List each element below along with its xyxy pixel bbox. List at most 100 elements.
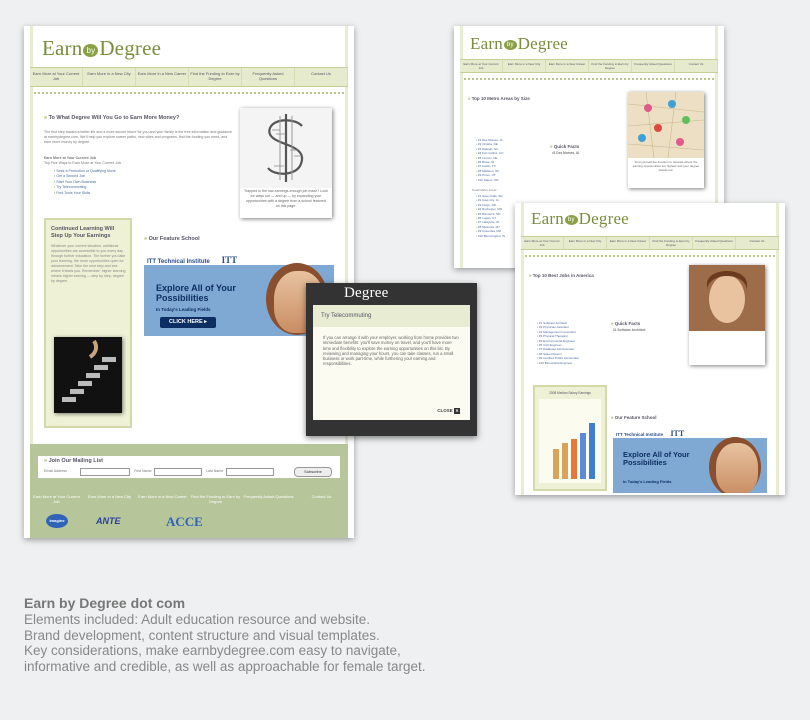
nav-current-job[interactable]: Earn More at Your Current Job xyxy=(521,237,564,249)
mailing-heading: Join Our Mailing List xyxy=(44,458,103,464)
partner-badge-1[interactable]: Imagine xyxy=(46,514,68,528)
main-nav: Earn More at Your Current Job Earn More … xyxy=(460,59,718,73)
divider xyxy=(525,255,775,260)
email-input[interactable] xyxy=(80,468,130,476)
nav-new-city[interactable]: Earn More in a New City xyxy=(83,68,136,86)
salary-chart-title: 2008 Median Salary Earnings xyxy=(549,391,591,395)
job-link[interactable]: #9 Certified Public Accountant xyxy=(537,356,579,360)
main-nav: Earn More at Your Current Job Earn More … xyxy=(30,67,348,87)
stairs-icon xyxy=(54,337,122,413)
site-logo[interactable]: Earn by Degree xyxy=(470,34,568,54)
project-description: Earn by Degree dot com Elements included… xyxy=(24,594,584,674)
feature-heading: Our Feature School xyxy=(611,415,657,420)
nav-contact[interactable]: Contact Us xyxy=(675,60,718,72)
nav-new-career[interactable]: Earn More in a New Career xyxy=(136,68,189,86)
popup-close-label: CLOSE xyxy=(437,408,453,413)
logo-degree: Degree xyxy=(578,209,629,228)
first-name-label: First Name xyxy=(134,469,152,473)
logo-earn: Earn xyxy=(470,34,503,53)
footer-link[interactable]: Earn More in a New Career xyxy=(136,494,189,504)
nav-contact[interactable]: Contact Us xyxy=(736,237,779,249)
logo-degree: Degree xyxy=(517,34,568,53)
sidebar-text: Whatever your current situation, additio… xyxy=(51,244,126,283)
ad-school-name: ITT Technical Institute xyxy=(616,432,664,437)
maze-photo: Trapped in the low-earnings-enough job m… xyxy=(240,108,332,218)
nav-current-job[interactable]: Earn More at Your Current Job xyxy=(460,60,503,72)
nav-funding[interactable]: Find the Funding to Earn by Degree xyxy=(650,237,693,249)
description-line: Key considerations, make earnbydegree.co… xyxy=(24,643,401,658)
map-pins-photo: Find yourself the freedom to relocate wh… xyxy=(627,91,705,188)
nav-faq[interactable]: Frequently Asked Questions xyxy=(632,60,675,72)
footer-link[interactable]: Earn More at Your Current Job xyxy=(30,494,83,504)
stairs-photo xyxy=(54,337,122,413)
nav-new-city[interactable]: Earn More in a New City xyxy=(564,237,607,249)
site-logo[interactable]: Earn by Degree xyxy=(42,36,161,61)
site-logo[interactable]: Earn by Degree xyxy=(531,209,629,229)
divider xyxy=(464,78,714,83)
ad-logo: ITT xyxy=(670,429,685,438)
nav-funding[interactable]: Find the Funding to Earn by Degree xyxy=(589,60,632,72)
footer-link[interactable]: Find the Funding to Earn by Degree xyxy=(189,494,242,504)
sidebar-title: Continued Learning Will Step Up Your Ear… xyxy=(51,226,115,239)
description-line: Elements included: Adult education resou… xyxy=(24,612,370,627)
nav-faq[interactable]: Frequently Asked Questions xyxy=(693,237,736,249)
last-name-input[interactable] xyxy=(226,468,274,476)
nav-current-job[interactable]: Earn More at Your Current Job xyxy=(30,68,83,86)
intro-text: The first step toward a better life and … xyxy=(44,130,232,144)
map-pins-icon xyxy=(627,91,705,159)
popup-title: Try Telecommuting xyxy=(313,305,470,327)
page-heading: To What Degree Will You Go to Earn More … xyxy=(44,115,180,121)
logo-by: by xyxy=(83,43,99,57)
job-link[interactable]: #10 Biomedical Engineer xyxy=(537,361,579,365)
nav-new-career[interactable]: Earn More in a New Career xyxy=(607,237,650,249)
city-list: #1 Des Moines, IA #2 Omaha, NE #3 Raleig… xyxy=(476,138,504,182)
woman-photo xyxy=(689,265,765,365)
footer-link[interactable]: Contact Us xyxy=(295,494,348,504)
logo-earn: Earn xyxy=(531,209,564,228)
woman-portrait-icon xyxy=(689,265,765,331)
partner-badge-2[interactable]: ANTE xyxy=(96,516,121,526)
feature-school-ad[interactable]: ITT Technical Institute ITT Explore All … xyxy=(613,427,767,493)
subscribe-button[interactable]: Subscribe xyxy=(294,467,332,477)
last-name-label: Last Name xyxy=(206,469,224,473)
city-link[interactable]: #4 Fort Collins, CO xyxy=(476,151,504,155)
nav-new-career[interactable]: Earn More in a New Career xyxy=(546,60,589,72)
footer-link[interactable]: Frequently Asked Questions xyxy=(242,494,295,504)
page-heading: Top 10 Best Jobs in America xyxy=(529,273,594,278)
divider xyxy=(34,92,344,97)
city-link[interactable]: #4 Rochester, MN xyxy=(476,207,505,211)
nav-funding[interactable]: Find the Funding to Earn by Degree xyxy=(189,68,242,86)
city-link[interactable]: #10 Salem, OR xyxy=(476,178,503,182)
nav-new-city[interactable]: Earn More in a New City xyxy=(503,60,546,72)
city-link[interactable]: #9 Columbia, MO xyxy=(476,229,505,233)
dollar-maze-icon xyxy=(240,108,332,188)
ad-tagline: Explore All of Your Possibilities xyxy=(623,450,690,467)
main-nav: Earn More at Your Current Job Earn More … xyxy=(521,236,779,250)
nav-faq[interactable]: Frequently Asked Questions xyxy=(242,68,295,86)
maze-caption: Trapped in the low-earnings-enough job m… xyxy=(244,189,328,208)
learning-sidebar: Continued Learning Will Step Up Your Ear… xyxy=(44,218,132,428)
footer-link[interactable]: Earn More in a New City xyxy=(83,494,136,504)
quick-facts-title: Quick Facts xyxy=(550,144,580,149)
logo-degree: Degree xyxy=(99,36,162,60)
logo-by: by xyxy=(564,215,578,226)
close-icon: ✕ xyxy=(454,408,460,414)
partner-badge-3[interactable]: ACCE xyxy=(166,514,203,530)
ad-subline: In Today's Leading Fields xyxy=(623,479,672,484)
ad-header: ITT Technical Institute ITT xyxy=(144,253,334,265)
tips-list: Seek a Promotion or Qualifying Move Get … xyxy=(54,169,204,196)
page-heading: Top 10 Metro Areas by Size xyxy=(468,96,530,101)
sub-text: Top Five Ways to Earn More at Your Curre… xyxy=(44,161,122,165)
salary-bar-chart xyxy=(539,399,601,483)
city-link[interactable]: #10 Bloomington, IN xyxy=(476,234,505,238)
nav-contact[interactable]: Contact Us xyxy=(295,68,348,86)
ad-header: ITT Technical Institute ITT xyxy=(613,427,767,438)
new-career-mockup: Earn by Degree Earn More at Your Current J… xyxy=(515,203,785,495)
ad-click-button[interactable]: CLICK HERE ▸ xyxy=(160,317,216,328)
tip-link[interactable]: Find Tools Your Skills xyxy=(54,191,204,196)
feature-heading: Our Feature School xyxy=(144,236,200,242)
small-metro-label: Small Metro Areas xyxy=(472,188,497,192)
ad-logo: ITT xyxy=(221,255,238,265)
first-name-input[interactable] xyxy=(154,468,202,476)
popup-close-button[interactable]: CLOSE ✕ xyxy=(437,408,460,414)
